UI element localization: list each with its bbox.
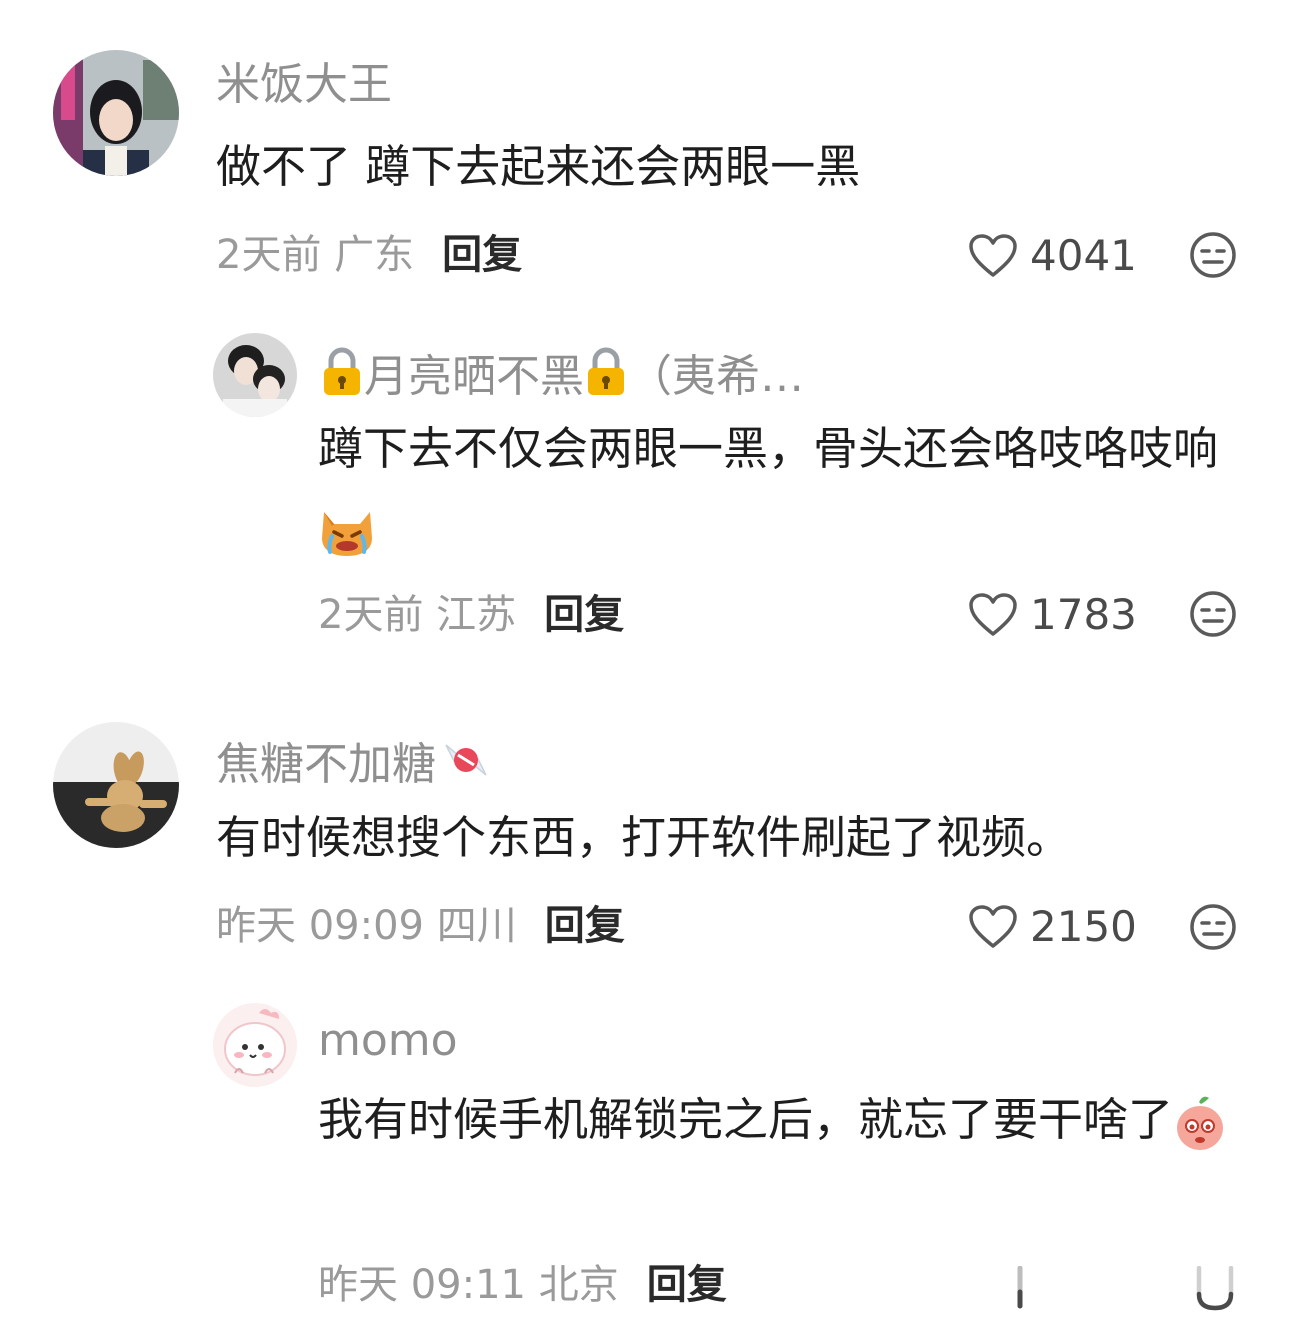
time-location: 昨天 09:09 四川 [216, 903, 517, 949]
reply-button[interactable]: 回复 [545, 903, 625, 949]
like-heart-partial-icon[interactable] [1005, 1266, 1035, 1312]
comment-text-content: 我有时候手机解锁完之后，就忘了要干啥了 [318, 1093, 1174, 1146]
user-avatar[interactable] [53, 50, 179, 176]
like-button[interactable]: 2150 [968, 904, 1137, 950]
username[interactable]: momo [318, 1019, 458, 1063]
heart-icon [969, 234, 1017, 277]
username-suffix: （夷希… [628, 351, 804, 402]
like-count: 4041 [1030, 231, 1137, 280]
heart-icon [969, 593, 1017, 636]
time-location: 昨天 09:11 北京 [318, 1262, 619, 1308]
heart-icon [969, 905, 1017, 948]
username-text: 月亮晒不黑 [364, 351, 584, 402]
comment-text-content: 蹲下去不仅会两眼一黑，骨头还会咯吱咯吱响 [318, 422, 1219, 475]
user-avatar[interactable] [213, 1003, 297, 1087]
comment-meta: 昨天 09:11 北京 回复 [318, 1265, 727, 1305]
candy-icon [445, 744, 487, 776]
dislike-face-partial-icon[interactable] [1195, 1266, 1235, 1312]
lock-emoji-icon [324, 347, 360, 395]
username[interactable]: 米饭大王 [216, 63, 392, 107]
lock-emoji-icon [588, 347, 624, 395]
comment-meta: 昨天 09:09 四川 回复 [216, 906, 625, 946]
dislike-face-icon[interactable] [1189, 903, 1237, 951]
reply-button[interactable]: 回复 [442, 232, 522, 278]
user-avatar[interactable] [213, 333, 297, 417]
comment-meta: 2天前 江苏 回复 [318, 595, 624, 635]
time-location: 2天前 江苏 [318, 592, 517, 638]
username-text: 焦糖不加糖 [216, 739, 436, 790]
dislike-face-icon[interactable] [1189, 590, 1237, 638]
crying-cat-emoji-icon [322, 512, 372, 556]
reply-button[interactable]: 回复 [544, 592, 624, 638]
like-count: 2150 [1030, 902, 1137, 951]
username[interactable]: 月亮晒不黑 （夷希… [320, 347, 804, 399]
time-location: 2天前 广东 [216, 232, 415, 278]
like-button[interactable]: 4041 [968, 233, 1137, 279]
comment-text: 蹲下去不仅会两眼一黑，骨头还会咯吱咯吱响 [318, 410, 1258, 566]
like-button[interactable]: 1783 [968, 592, 1137, 638]
reply-button[interactable]: 回复 [647, 1262, 727, 1308]
username[interactable]: 焦糖不加糖 [216, 735, 496, 787]
comment-meta: 2天前 广东 回复 [216, 235, 522, 275]
peach-face-emoji-icon [1177, 1096, 1224, 1150]
dislike-face-icon[interactable] [1189, 231, 1237, 279]
user-avatar[interactable] [53, 722, 179, 848]
like-count: 1783 [1030, 590, 1137, 639]
comment-text: 我有时候手机解锁完之后，就忘了要干啥了 [318, 1081, 1258, 1159]
comment-text: 做不了 蹲下去起来还会两眼一黑 [216, 140, 861, 193]
comment-text: 有时候想搜个东西，打开软件刷起了视频。 [216, 811, 1072, 864]
